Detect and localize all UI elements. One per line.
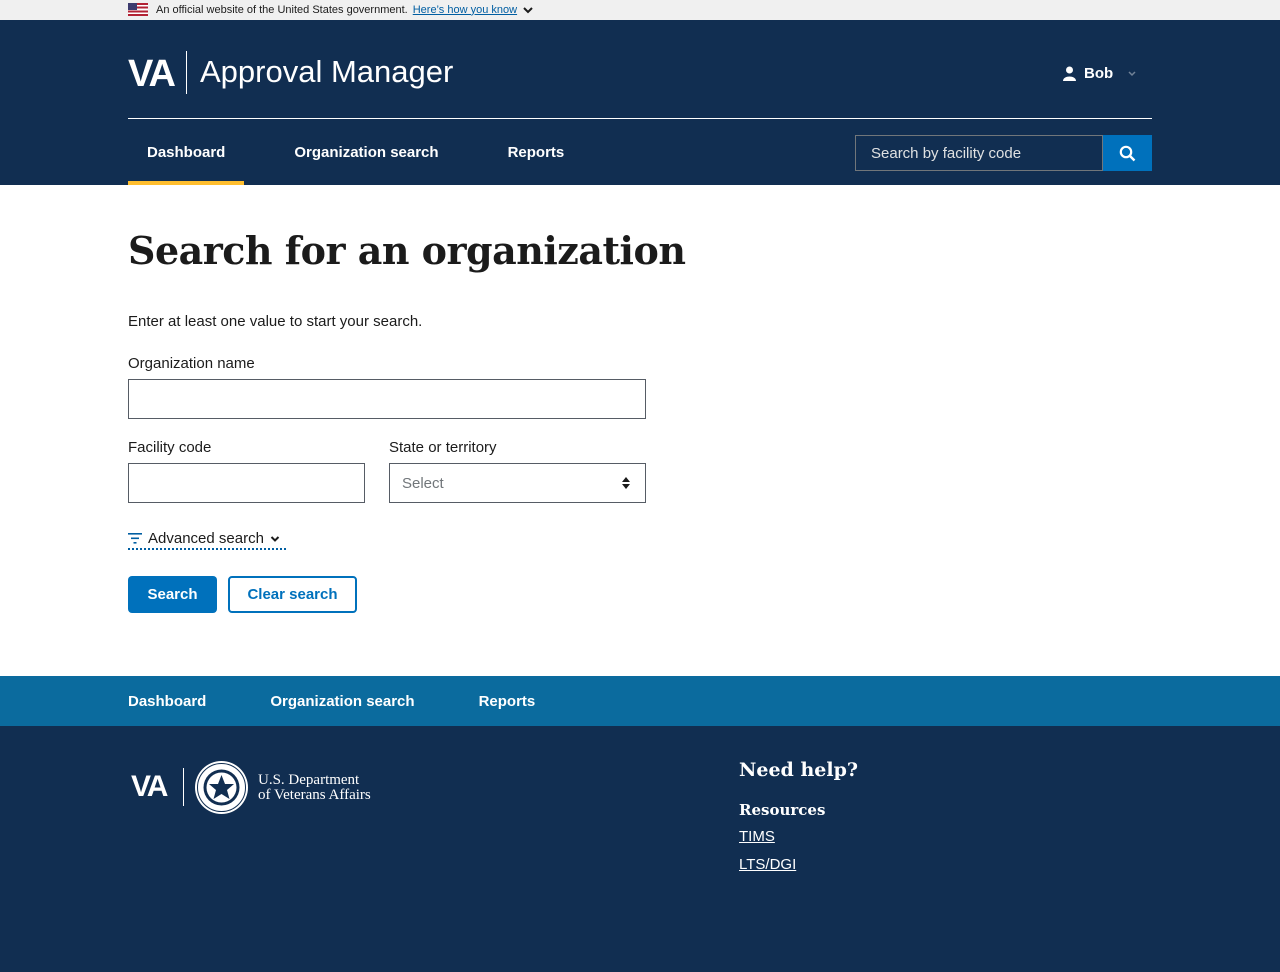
page-title: Search for an organization (128, 228, 686, 273)
va-seal-icon (195, 761, 248, 814)
clear-search-button[interactable]: Clear search (228, 576, 357, 613)
facility-code-input[interactable] (128, 463, 365, 503)
chevron-down-icon (270, 535, 280, 542)
state-territory-value: Select (402, 474, 444, 492)
footer-nav-reports[interactable]: Reports (479, 693, 536, 710)
nav-organization-search[interactable]: Organization search (275, 119, 457, 185)
footer-nav-dashboard[interactable]: Dashboard (128, 693, 206, 710)
search-instructions: Enter at least one value to start your s… (128, 313, 423, 330)
state-territory-label: State or territory (389, 439, 497, 456)
facility-code-label: Facility code (128, 439, 212, 456)
footer-nav: Dashboard Organization search Reports (0, 676, 1280, 726)
chevron-down-icon (1128, 70, 1136, 76)
resources-heading: Resources (739, 801, 826, 819)
footer-logo-divider (183, 768, 184, 806)
lts-dgi-link[interactable]: LTS/DGI (739, 856, 796, 873)
department-name: U.S. Department of Veterans Affairs (258, 773, 371, 803)
tims-link[interactable]: TIMS (739, 828, 775, 845)
gov-banner-text: An official website of the United States… (156, 3, 408, 16)
filter-icon (128, 533, 142, 544)
advanced-search-toggle[interactable]: Advanced search (128, 530, 286, 550)
department-line-1: U.S. Department (258, 772, 360, 788)
app-title[interactable]: Approval Manager (200, 54, 453, 90)
organization-name-input[interactable] (128, 379, 646, 419)
footer-nav-organization-search[interactable]: Organization search (270, 693, 414, 710)
user-icon (1063, 66, 1076, 81)
user-name: Bob (1084, 65, 1114, 82)
advanced-search-label: Advanced search (148, 530, 264, 547)
site-header: VA Approval Manager Bob Dashboard Organi… (0, 20, 1280, 185)
chevron-down-icon[interactable] (522, 4, 534, 16)
user-menu[interactable]: Bob (1063, 65, 1145, 82)
gov-banner: An official website of the United States… (0, 0, 1280, 20)
search-icon (1119, 145, 1136, 161)
department-line-2: of Veterans Affairs (258, 787, 371, 803)
heres-how-you-know-link[interactable]: Here’s how you know (413, 4, 517, 16)
facility-code-search-button[interactable] (1103, 135, 1152, 171)
nav-reports[interactable]: Reports (489, 119, 584, 185)
organization-name-label: Organization name (128, 355, 255, 372)
search-button[interactable]: Search (128, 576, 217, 613)
state-territory-select[interactable]: Select (389, 463, 646, 503)
primary-nav: Dashboard Organization search Reports (128, 119, 614, 185)
facility-code-search-input[interactable] (855, 135, 1103, 171)
nav-dashboard[interactable]: Dashboard (128, 119, 245, 185)
facility-code-search (855, 135, 1152, 171)
need-help-heading: Need help? (739, 759, 858, 781)
footer-va-logo[interactable]: VA (131, 770, 168, 804)
logo-divider (186, 51, 187, 94)
va-logo[interactable]: VA (128, 53, 176, 96)
sort-arrows-icon (622, 477, 630, 489)
site-footer: VA U.S. Department of Veterans Affairs N… (0, 726, 1280, 972)
us-flag-icon (128, 3, 148, 16)
